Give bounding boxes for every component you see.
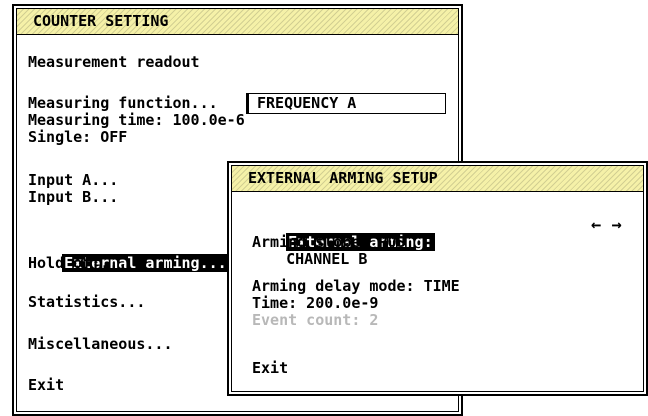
external-arming-setup-title: EXTERNAL ARMING SETUP: [232, 166, 643, 192]
measuring-time-item[interactable]: Measuring time: 100.0e-6: [28, 112, 245, 129]
measuring-function-field[interactable]: FREQUENCY A: [246, 93, 446, 114]
event-count-item: Event count: 2: [252, 311, 379, 329]
statistics-item[interactable]: Statistics...: [28, 294, 145, 311]
single-item[interactable]: Single: OFF: [28, 129, 127, 146]
arming-exit-item[interactable]: Exit: [252, 360, 288, 377]
arming-delay-mode-item[interactable]: Arming delay mode: TIME: [252, 278, 460, 295]
arming-slope-item[interactable]: Arming slope: POS: [252, 234, 406, 251]
miscellaneous-item[interactable]: Miscellaneous...: [28, 336, 173, 353]
counter-setting-title: COUNTER SETTING: [17, 9, 458, 35]
measurement-readout-item[interactable]: Measurement readout: [28, 54, 200, 71]
input-a-item[interactable]: Input A...: [28, 172, 118, 189]
external-arming-field[interactable]: External arming: CHANNEL B: [250, 217, 435, 285]
left-right-arrow-icon[interactable]: ← →: [591, 217, 622, 234]
time-item[interactable]: Time: 200.0e-9: [252, 295, 378, 312]
measuring-function-item[interactable]: Measuring function...: [28, 95, 218, 112]
hold-off-item[interactable]: Hold off...: [28, 255, 127, 272]
input-b-item[interactable]: Input B...: [28, 189, 118, 206]
external-arming-value: CHANNEL B: [286, 250, 368, 268]
external-arming-setup-window: EXTERNAL ARMING SETUP External arming: C…: [227, 161, 648, 396]
exit-item[interactable]: Exit: [28, 377, 64, 394]
